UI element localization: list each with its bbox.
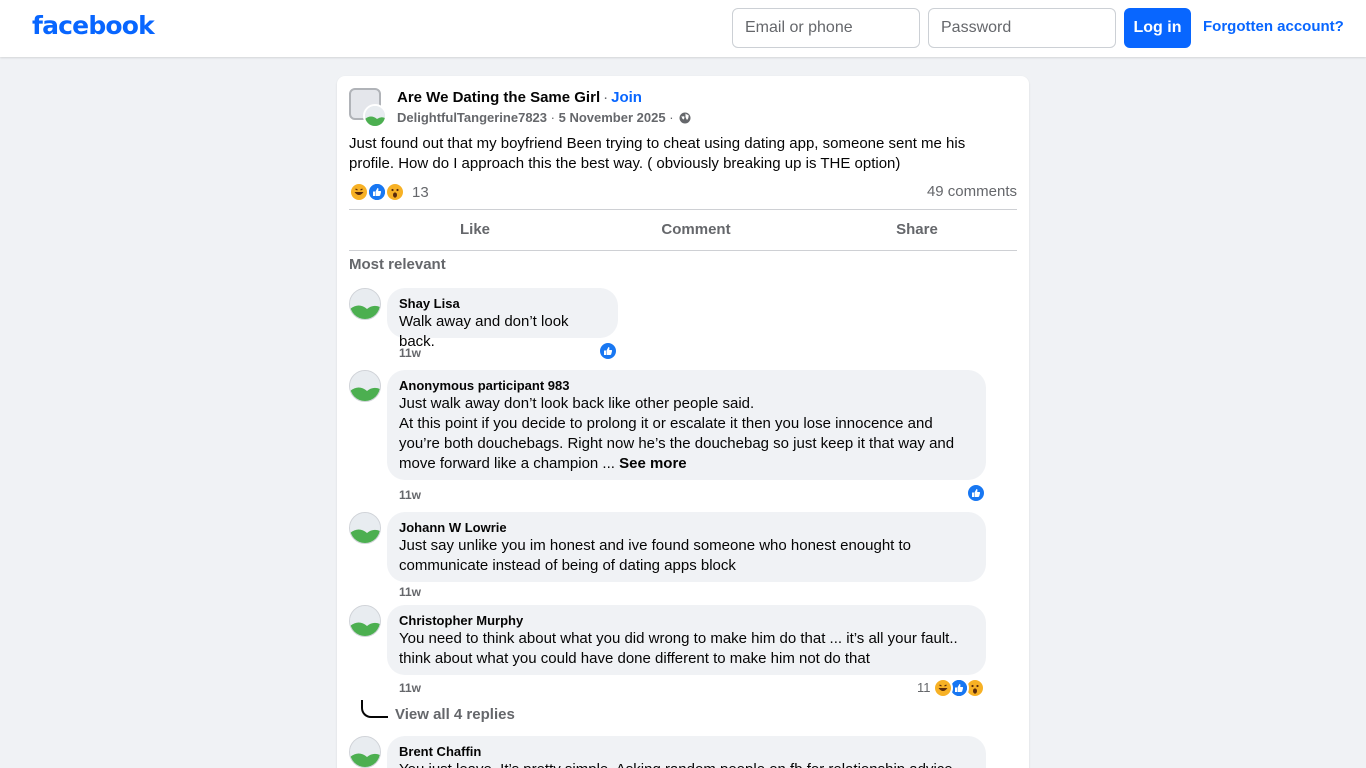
default-avatar-icon (350, 371, 380, 401)
default-avatar-icon (350, 606, 380, 636)
default-avatar-icon (365, 106, 385, 126)
comment-action-button[interactable]: Comment (585, 211, 807, 247)
commenter-avatar[interactable] (349, 736, 381, 768)
author-name-link[interactable]: DelightfulTangerine7823 (397, 110, 547, 125)
password-field[interactable] (928, 8, 1116, 48)
comment-text-line: You just leave. It’s pretty simple. Aski… (399, 760, 974, 768)
commenter-name-link[interactable]: Brent Chaffin (399, 744, 974, 760)
commenter-avatar[interactable] (349, 605, 381, 637)
reaction-count: 13 (412, 184, 429, 201)
divider (349, 209, 1017, 210)
separator-dot: · (550, 110, 555, 125)
join-button[interactable]: Join (611, 89, 642, 106)
comment-timestamp[interactable]: 11w (399, 585, 421, 599)
comment-text-line: communicate instead of being of dating a… (399, 557, 736, 574)
comment-count-link[interactable]: 49 comments (927, 183, 1017, 200)
comment-timestamp[interactable]: 11w (399, 488, 421, 502)
comment-bubble: Shay Lisa Walk away and don’t look back. (387, 288, 618, 350)
top-navigation-bar: facebook Log in Forgotten account? (0, 0, 1366, 57)
comment-text-line: Just walk away don’t look back like othe… (399, 395, 755, 412)
comment-text-fragment: move forward like a champion ... (399, 455, 615, 472)
comment-text-line: At this point if you decide to prolong i… (399, 415, 933, 432)
login-button[interactable]: Log in (1124, 8, 1191, 48)
commenter-name-link[interactable]: Christopher Murphy (399, 613, 974, 629)
comment-timestamp[interactable]: 11w (399, 681, 421, 695)
haha-reaction-icon (349, 182, 369, 202)
default-avatar-icon (350, 737, 380, 767)
commenter-avatar[interactable] (349, 370, 381, 402)
author-avatar[interactable] (363, 104, 387, 128)
share-action-button[interactable]: Share (806, 211, 1028, 247)
post-card: Are We Dating the Same Girl · Join Delight… (337, 76, 1029, 768)
like-reaction-icon[interactable] (599, 342, 617, 360)
commenter-name-link[interactable]: Shay Lisa (399, 296, 606, 312)
comment-sort-dropdown[interactable]: Most relevant (349, 256, 446, 273)
wow-reaction-icon (385, 182, 405, 202)
separator-dot: · (669, 110, 674, 125)
comment-bubble: Brent Chaffin You just leave. It’s prett… (387, 736, 986, 768)
default-avatar-icon (350, 513, 380, 543)
email-field[interactable] (732, 8, 920, 48)
view-all-replies-link[interactable]: View all 4 replies (395, 706, 515, 723)
separator-dot: · (603, 89, 609, 106)
post-body-text: Just found out that my boyfriend Been tr… (349, 135, 966, 172)
like-action-button[interactable]: Like (364, 211, 586, 247)
globe-icon (679, 112, 691, 127)
group-avatar[interactable] (349, 88, 387, 128)
comment-text: Walk away and don’t look back. (399, 313, 569, 350)
like-reaction-icon (367, 182, 387, 202)
comment-bubble: Anonymous participant 983 Just walk away… (387, 370, 986, 480)
comment-bubble: Christopher Murphy You need to think abo… (387, 605, 986, 675)
haha-reaction-icon (933, 678, 953, 698)
comment-text-line: move forward like a champion ... See mor… (399, 454, 974, 474)
commenter-avatar[interactable] (349, 288, 381, 320)
comment-reaction-count[interactable]: 11 (917, 680, 931, 695)
comment-text-line: You need to think about what you did wro… (399, 630, 958, 647)
post-meta: DelightfulTangerine7823 · 5 November 202… (397, 110, 691, 127)
post-date-link[interactable]: 5 November 2025 (559, 110, 666, 125)
group-title-row: Are We Dating the Same Girl · Join (397, 89, 642, 106)
comment-timestamp[interactable]: 11w (399, 346, 421, 360)
see-more-link[interactable]: See more (619, 455, 687, 472)
commenter-name-link[interactable]: Anonymous participant 983 (399, 378, 974, 394)
group-name-link[interactable]: Are We Dating the Same Girl (397, 89, 600, 106)
comment-text-line: think about what you could have done dif… (399, 650, 870, 667)
commenter-name-link[interactable]: Johann W Lowrie (399, 520, 974, 536)
divider (349, 250, 1017, 251)
like-reaction-icon[interactable] (967, 484, 985, 502)
comment-bubble: Johann W Lowrie Just say unlike you im h… (387, 512, 986, 582)
comment-text-line: you’re both douchebags. Right now he’s t… (399, 435, 955, 452)
reply-thread-connector (361, 700, 388, 718)
default-avatar-icon (350, 289, 380, 319)
comment-text-line: Just say unlike you im honest and ive fo… (399, 537, 911, 554)
facebook-logo[interactable]: facebook (32, 11, 155, 40)
forgotten-account-link[interactable]: Forgotten account? (1203, 18, 1344, 35)
commenter-avatar[interactable] (349, 512, 381, 544)
